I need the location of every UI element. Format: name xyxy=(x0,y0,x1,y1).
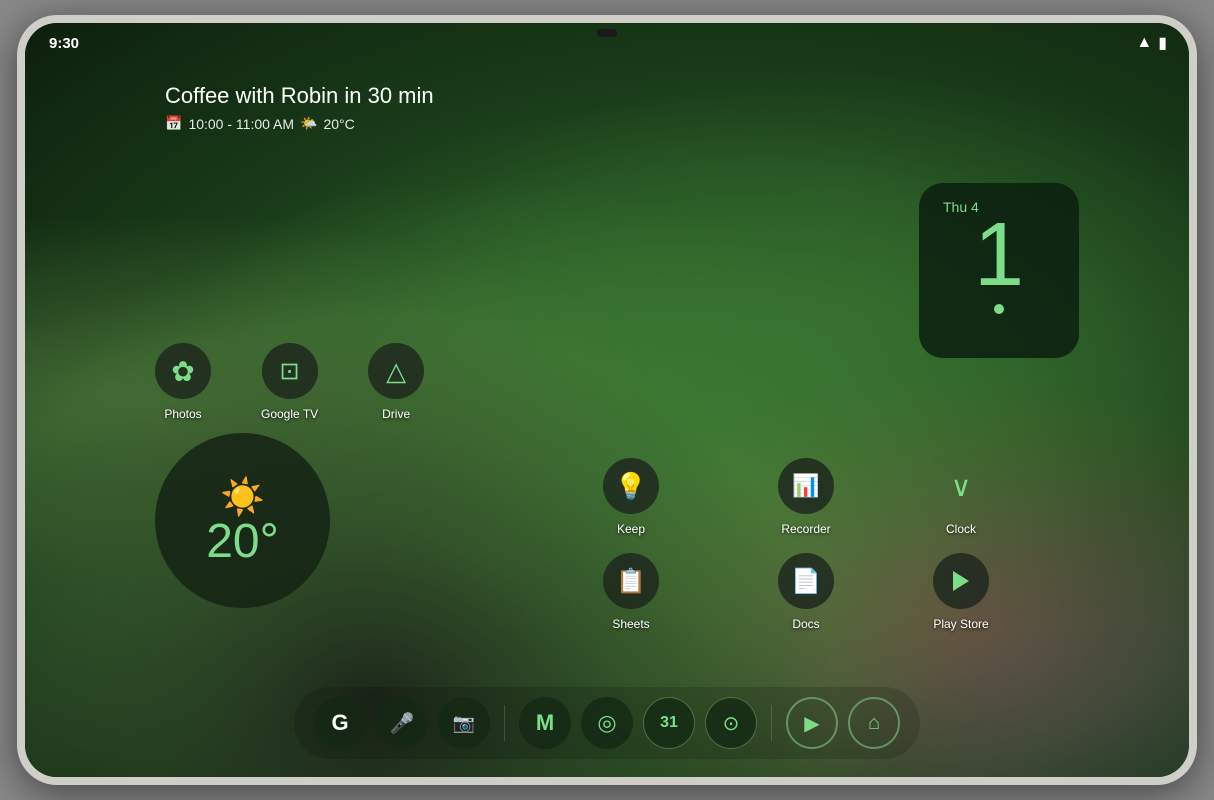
youtube-icon: ▶ xyxy=(804,711,819,736)
app-playstore[interactable]: Play Store xyxy=(933,553,989,631)
clock-hour: 1 xyxy=(974,210,1024,300)
dock-google[interactable]: G xyxy=(314,697,366,749)
tablet-device: 9:30 ▲ ▮ Coffee with Robin in 30 min 📅 1… xyxy=(17,15,1197,785)
home-icon: ⌂ xyxy=(868,712,880,735)
dock-separator-2 xyxy=(771,705,772,741)
keep-label: Keep xyxy=(617,522,645,536)
battery-icon: ▮ xyxy=(1158,33,1165,53)
tablet-screen: 9:30 ▲ ▮ Coffee with Robin in 30 min 📅 1… xyxy=(25,23,1189,777)
drive-icon-bg: △ xyxy=(368,343,424,399)
photos-icon: ✿ xyxy=(171,355,194,388)
googletv-icon: ⊡ xyxy=(280,357,300,386)
calendar-widget[interactable]: Coffee with Robin in 30 min 📅 10:00 - 11… xyxy=(165,83,434,132)
keep-icon: 💡 xyxy=(615,471,647,502)
sheets-icon: 📋 xyxy=(616,567,646,596)
app-recorder[interactable]: 📊 Recorder xyxy=(778,458,834,536)
status-icons: ▲ ▮ xyxy=(1136,33,1165,53)
gmail-icon: M xyxy=(536,710,554,736)
drive-icon: △ xyxy=(386,356,406,387)
recorder-icon-bg: 📊 xyxy=(778,458,834,514)
clock-app-label: Clock xyxy=(946,522,976,536)
dock-camera-app[interactable]: 📷 xyxy=(438,697,490,749)
app-keep[interactable]: 💡 Keep xyxy=(603,458,659,536)
event-detail: 📅 10:00 - 11:00 AM 🌤️ 20°C xyxy=(165,115,434,132)
drive-label: Drive xyxy=(382,407,410,421)
dock-calendar[interactable]: 31 xyxy=(643,697,695,749)
weather-sun-icon: ☀️ xyxy=(220,476,265,518)
weather-widget[interactable]: ☀️ 20° xyxy=(155,433,330,608)
photos-label: Photos xyxy=(164,407,201,421)
dock-gmail[interactable]: M xyxy=(519,697,571,749)
app-clock[interactable]: ∨ Clock xyxy=(933,458,989,536)
keep-icon-bg: 💡 xyxy=(603,458,659,514)
app-sheets[interactable]: 📋 Sheets xyxy=(603,553,659,631)
camera-notch xyxy=(597,29,617,37)
camera-app-icon: 📷 xyxy=(453,713,475,734)
mic-icon: 🎤 xyxy=(390,711,415,736)
app-drive[interactable]: △ Drive xyxy=(368,343,424,421)
clock-app-icon-bg: ∨ xyxy=(933,458,989,514)
docs-icon-bg: 📄 xyxy=(778,553,834,609)
dock-home[interactable]: ⌂ xyxy=(848,697,900,749)
docs-icon: 📄 xyxy=(791,567,821,596)
camera2-icon: ⊙ xyxy=(723,711,740,736)
weather-temp: 20° xyxy=(206,518,279,566)
app-docs[interactable]: 📄 Docs xyxy=(778,553,834,631)
docs-label: Docs xyxy=(792,617,819,631)
status-time: 9:30 xyxy=(49,35,79,52)
google-icon: G xyxy=(331,710,348,736)
sheets-icon-bg: 📋 xyxy=(603,553,659,609)
playstore-label: Play Store xyxy=(933,617,988,631)
dock-separator-1 xyxy=(504,705,505,741)
dock-camera2[interactable]: ⊙ xyxy=(705,697,757,749)
dock-mic[interactable]: 🎤 xyxy=(376,697,428,749)
clock-app-icon: ∨ xyxy=(951,470,972,503)
clock-dot xyxy=(994,304,1004,314)
event-title: Coffee with Robin in 30 min xyxy=(165,83,434,109)
weather-mini-icon: 🌤️ xyxy=(300,115,317,132)
googletv-icon-bg: ⊡ xyxy=(262,343,318,399)
calendar-dock-icon: 31 xyxy=(660,714,678,732)
calendar-icon: 📅 xyxy=(165,115,182,132)
photos-icon-bg: ✿ xyxy=(155,343,211,399)
dock-youtube[interactable]: ▶ xyxy=(786,697,838,749)
clock-widget[interactable]: Thu 4 1 xyxy=(919,183,1079,358)
wifi-icon: ▲ xyxy=(1136,34,1152,52)
app-googletv[interactable]: ⊡ Google TV xyxy=(261,343,318,421)
googletv-label: Google TV xyxy=(261,407,318,421)
event-time: 10:00 - 11:00 AM xyxy=(188,116,294,132)
playstore-icon-bg xyxy=(933,553,989,609)
dock: G 🎤 📷 M ◎ 31 ⊙ xyxy=(294,687,920,759)
recorder-label: Recorder xyxy=(781,522,830,536)
dock-chrome[interactable]: ◎ xyxy=(581,697,633,749)
weather-mini-temp: 20°C xyxy=(323,116,354,132)
recorder-icon: 📊 xyxy=(792,473,819,499)
playstore-icon xyxy=(947,567,975,595)
chrome-icon: ◎ xyxy=(597,710,616,736)
app-photos[interactable]: ✿ Photos xyxy=(155,343,211,421)
app-icons-row: ✿ Photos ⊡ Google TV △ Drive xyxy=(155,343,424,421)
sheets-label: Sheets xyxy=(612,617,649,631)
